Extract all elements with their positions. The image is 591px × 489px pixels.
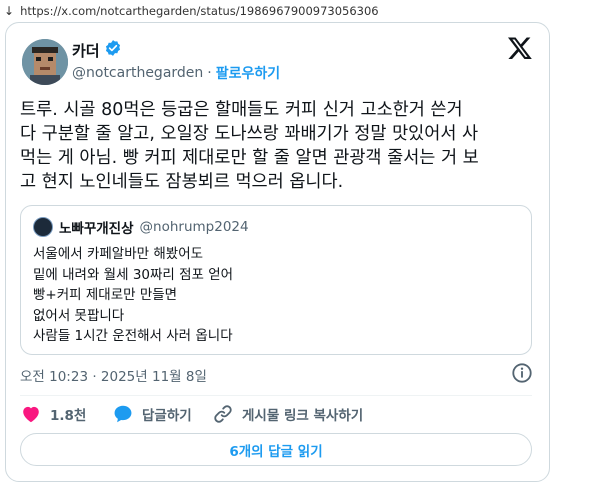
author-name[interactable]: 카더	[72, 40, 100, 61]
avatar[interactable]	[22, 39, 68, 85]
follow-button[interactable]: 팔로우하기	[216, 63, 280, 83]
action-bar: 1.8천 답글하기 게시물 링크 복사하기	[20, 403, 532, 427]
link-icon	[212, 403, 234, 425]
heart-icon	[20, 403, 42, 425]
quote-author-name: 노빠꾸개진상	[59, 221, 134, 237]
author-name-row: 카더	[72, 39, 122, 61]
x-logo-icon[interactable]	[507, 35, 533, 61]
quote-author-handle: @nohrump2024	[139, 219, 249, 235]
copy-link-label: 게시물 링크 복사하기	[242, 408, 364, 424]
quote-text: 서울에서 카페알바만 해봤어도 밑에 내려와 월세 30짜리 점포 얻어 빵+커…	[33, 244, 513, 347]
tweet-timestamp[interactable]: 오전 10:23 · 2025년 11월 8일	[20, 365, 207, 385]
reply-button[interactable]: 답글하기	[112, 403, 192, 425]
quoted-tweet[interactable]: 노빠꾸개진상 @nohrump2024 서울에서 카페알바만 해봤어도 밑에 내…	[20, 205, 532, 355]
quote-avatar	[33, 217, 53, 237]
copy-link-button[interactable]: 게시물 링크 복사하기	[212, 403, 363, 425]
quote-line: 밑에 내려와 월세 30짜리 점포 얻어	[33, 266, 234, 283]
separator-dot: ·	[207, 65, 212, 81]
author-handle[interactable]: @notcarthegarden	[72, 65, 203, 81]
info-icon[interactable]	[511, 362, 533, 384]
verified-badge-icon	[104, 39, 122, 61]
reply-label: 답글하기	[142, 408, 192, 424]
handle-row: @notcarthegarden · 팔로우하기	[72, 63, 280, 83]
quote-line: 없어서 못팝니다	[33, 307, 125, 324]
tweet-card: 카더 @notcarthegarden · 팔로우하기 트루. 시골 80먹은 …	[5, 22, 550, 482]
quote-line: 빵+커피 제대로만 만들면	[33, 287, 178, 303]
divider	[20, 395, 532, 396]
back-arrow-icon[interactable]: ↓	[4, 4, 14, 18]
url-text[interactable]: https://x.com/notcarthegarden/status/198…	[20, 4, 379, 18]
speech-bubble-icon	[112, 403, 134, 425]
quote-line: 서울에서 카페알바만 해봤어도	[33, 246, 204, 262]
like-button[interactable]: 1.8천	[20, 403, 86, 425]
like-count: 1.8천	[50, 408, 87, 424]
quote-line: 사람들 1시간 운전해서 사러 옵니다	[33, 328, 233, 344]
quote-header: 노빠꾸개진상 @nohrump2024	[33, 217, 249, 237]
tweet-text: 트루. 시골 80먹은 등굽은 할매들도 커피 신거 고소한거 쓴거 다 구분할…	[20, 100, 479, 192]
address-bar[interactable]: ↓ https://x.com/notcarthegarden/status/1…	[0, 0, 591, 22]
read-replies-button[interactable]: 6개의 답글 읽기	[20, 433, 532, 466]
